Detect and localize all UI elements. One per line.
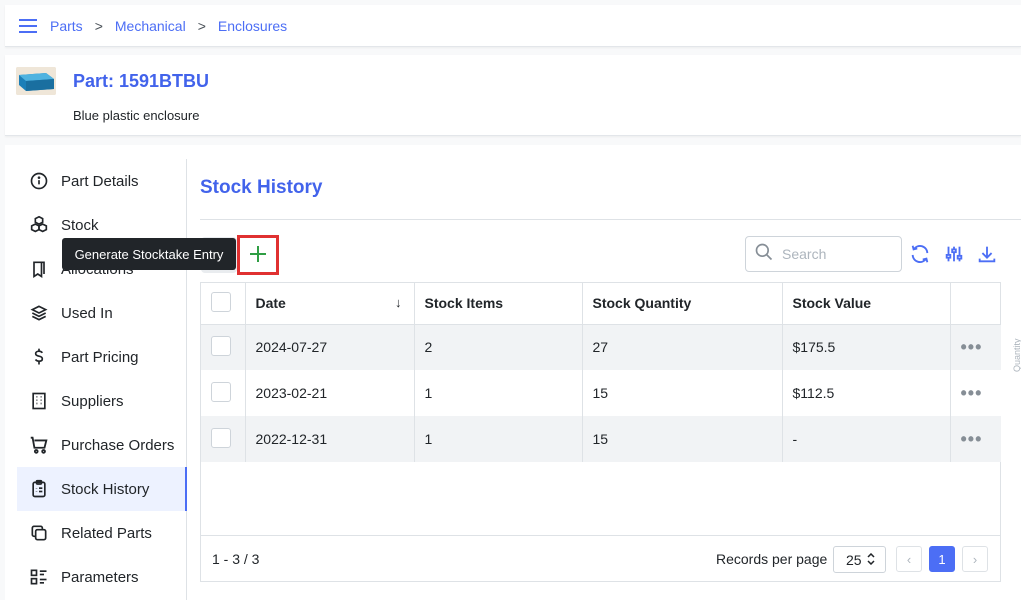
search-box[interactable] xyxy=(745,236,902,272)
stock-history-table: Date ↓ Stock Items Stock Quantity Stock V… xyxy=(200,282,1001,582)
cell-stock-items: 2 xyxy=(414,324,583,370)
tooltip: Generate Stocktake Entry xyxy=(62,238,236,270)
cell-stock-value: - xyxy=(782,416,951,462)
sidebar-item-related-parts[interactable]: Related Parts xyxy=(5,511,186,555)
sidebar-item-label: Used In xyxy=(61,304,113,322)
row-actions-cell: ••• xyxy=(950,370,1001,416)
currency-dollar-icon xyxy=(27,345,51,369)
select-all-checkbox[interactable] xyxy=(211,291,231,312)
next-page-button[interactable]: › xyxy=(962,546,988,572)
row-select-cell xyxy=(201,416,246,462)
sidebar-item-label: Part Pricing xyxy=(61,348,139,366)
column-header-actions xyxy=(950,283,1001,325)
row-actions-cell: ••• xyxy=(950,324,1001,370)
plus-icon xyxy=(248,242,268,268)
sort-desc-icon[interactable]: ↓ xyxy=(395,295,402,310)
row-checkbox[interactable] xyxy=(211,335,231,356)
more-actions-icon[interactable]: ••• xyxy=(961,383,983,403)
records-per-page-select[interactable]: 25 xyxy=(833,546,886,573)
sidebar-item-label: Stock xyxy=(61,216,99,234)
hamburger-menu-icon[interactable] xyxy=(16,14,40,38)
records-per-page-value: 25 xyxy=(846,551,862,568)
breadcrumb: Parts > Mechanical > Enclosures xyxy=(50,18,287,34)
sidebar-item-suppliers[interactable]: Suppliers xyxy=(5,379,186,423)
sidebar-item-part-details[interactable]: Part Details xyxy=(5,159,186,203)
sidebar-item-used-in[interactable]: Used In xyxy=(5,291,186,335)
building-icon xyxy=(27,389,51,413)
table-row[interactable]: 2023-02-21 1 15 $112.5 ••• xyxy=(201,370,1001,416)
table-row[interactable]: 2024-07-27 2 27 $175.5 ••• xyxy=(201,324,1001,370)
search-input[interactable] xyxy=(782,246,892,262)
select-all-cell xyxy=(201,283,246,325)
refresh-icon[interactable] xyxy=(908,242,932,266)
breadcrumb-mechanical[interactable]: Mechanical xyxy=(115,18,186,34)
part-header: Part: 1591BTBU Blue plastic enclosure xyxy=(5,55,1021,136)
part-title: Part: 1591BTBU xyxy=(73,71,210,91)
add-stocktake-button[interactable] xyxy=(237,235,279,275)
cell-stock-quantity: 27 xyxy=(582,324,783,370)
search-icon xyxy=(754,242,774,267)
more-actions-icon[interactable]: ••• xyxy=(961,429,983,449)
row-select-cell xyxy=(201,370,246,416)
layers-icon xyxy=(27,301,51,325)
cell-date: 2024-07-27 xyxy=(245,324,415,370)
cell-stock-items: 1 xyxy=(414,370,583,416)
table-footer: 1 - 3 / 3 Records per page 25 ‹ 1 › xyxy=(201,535,1000,582)
sidebar-item-label: Parameters xyxy=(61,568,139,586)
row-checkbox[interactable] xyxy=(211,381,231,402)
sidebar-item-label: Purchase Orders xyxy=(61,436,175,454)
shopping-cart-icon xyxy=(27,433,51,457)
prev-page-button[interactable]: ‹ xyxy=(896,546,922,572)
sidebar-item-label: Suppliers xyxy=(61,392,124,410)
row-actions-cell: ••• xyxy=(950,416,1001,462)
column-header-stock-items[interactable]: Stock Items xyxy=(414,283,583,325)
cell-date: 2023-02-21 xyxy=(245,370,415,416)
clipboard-list-icon xyxy=(27,477,51,501)
boxes-icon xyxy=(27,213,51,237)
sidebar-item-parameters[interactable]: Parameters xyxy=(5,555,186,599)
part-description: Blue plastic enclosure xyxy=(73,108,200,123)
breadcrumb-enclosures[interactable]: Enclosures xyxy=(218,18,287,34)
column-header-stock-value[interactable]: Stock Value xyxy=(782,283,951,325)
more-actions-icon[interactable]: ••• xyxy=(961,337,983,357)
sidebar-item-label: Related Parts xyxy=(61,524,152,542)
sidebar: Part Details Stock Allocations Used In P… xyxy=(5,159,187,600)
part-thumbnail[interactable] xyxy=(16,67,56,95)
column-header-date[interactable]: Date ↓ xyxy=(245,283,415,325)
sidebar-item-purchase-orders[interactable]: Purchase Orders xyxy=(5,423,186,467)
page-1-button[interactable]: 1 xyxy=(929,546,955,572)
column-header-stock-quantity[interactable]: Stock Quantity xyxy=(582,283,783,325)
records-range: 1 - 3 / 3 xyxy=(212,551,260,567)
divider xyxy=(200,219,1021,220)
breadcrumb-separator: > xyxy=(197,17,206,34)
breadcrumb-parts[interactable]: Parts xyxy=(50,18,83,34)
breadcrumb-separator: > xyxy=(94,17,103,34)
sidebar-item-label: Stock History xyxy=(61,480,150,498)
side-tab-label: Quantity xyxy=(1012,338,1021,372)
cell-stock-value: $112.5 xyxy=(782,370,951,416)
row-checkbox[interactable] xyxy=(211,427,231,448)
chevron-updown-icon xyxy=(867,552,875,568)
copy-icon xyxy=(27,521,51,545)
cell-stock-items: 1 xyxy=(414,416,583,462)
info-circle-icon xyxy=(27,169,51,193)
section-title: Stock History xyxy=(200,177,323,198)
filter-adjust-icon[interactable] xyxy=(942,242,966,266)
download-icon[interactable] xyxy=(975,242,999,266)
bookmarks-icon xyxy=(27,257,51,281)
row-select-cell xyxy=(201,324,246,370)
cell-stock-quantity: 15 xyxy=(582,370,783,416)
cell-date: 2022-12-31 xyxy=(245,416,415,462)
cell-stock-quantity: 15 xyxy=(582,416,783,462)
table-row[interactable]: 2022-12-31 1 15 - ••• xyxy=(201,416,1001,462)
records-per-page-label: Records per page xyxy=(716,551,828,567)
sidebar-item-stock-history[interactable]: Stock History xyxy=(17,467,187,511)
cell-stock-value: $175.5 xyxy=(782,324,951,370)
table-header-row: Date ↓ Stock Items Stock Quantity Stock V… xyxy=(201,283,1001,325)
sidebar-item-label: Part Details xyxy=(61,172,139,190)
top-bar: Parts > Mechanical > Enclosures xyxy=(5,5,1021,47)
sidebar-item-part-pricing[interactable]: Part Pricing xyxy=(5,335,186,379)
list-details-icon xyxy=(27,565,51,589)
